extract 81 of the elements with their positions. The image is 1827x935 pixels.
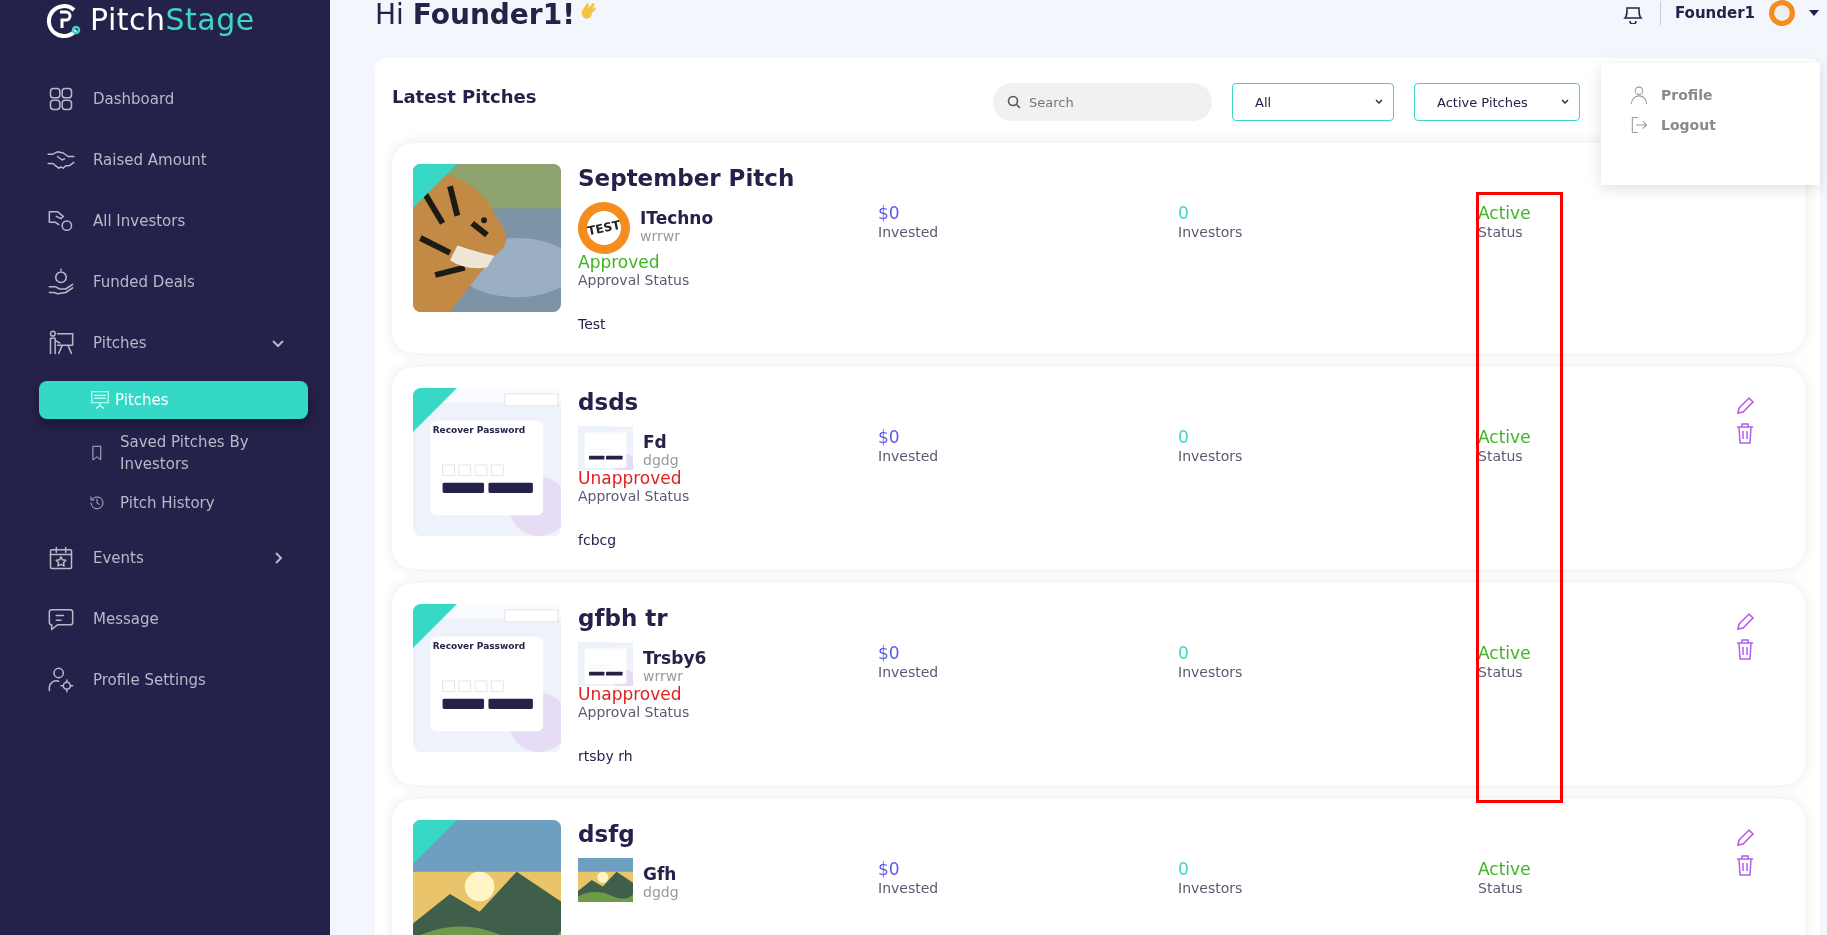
menu-item[interactable]: Pitches: [0, 312, 330, 373]
company-name: Gfh: [643, 864, 678, 884]
user-icon: [1629, 85, 1649, 105]
search-field[interactable]: Search: [993, 83, 1212, 121]
stat-value: 0: [1178, 426, 1190, 448]
user-name[interactable]: Founder1: [1674, 4, 1755, 22]
presenter-icon: [47, 328, 75, 357]
approval-status: Unapproved: [578, 468, 683, 488]
menu-item[interactable]: Funded Deals: [0, 251, 330, 312]
trash-icon[interactable]: [1735, 854, 1755, 876]
logout-icon: [1629, 115, 1649, 135]
stat-label: Status: [1478, 880, 1524, 896]
stat-value: $0: [878, 642, 901, 664]
menu-item[interactable]: Events: [0, 527, 330, 588]
avatar[interactable]: [1769, 0, 1795, 26]
filter-select[interactable]: Active Pitches: [1414, 83, 1580, 121]
preview-title: Recover Password: [431, 425, 527, 435]
coin-hand-icon: [47, 267, 75, 296]
company-subtitle: wrrwr: [643, 668, 684, 684]
stat-label: Invested: [878, 880, 940, 896]
submenu-item[interactable]: Pitch History: [0, 479, 330, 527]
stat-label: Investors: [1178, 664, 1244, 680]
pitch-title: gfbh tr: [578, 604, 668, 632]
menu-item[interactable]: Profile Settings: [0, 649, 330, 710]
stat-value: Active: [1478, 426, 1532, 448]
menu-item[interactable]: Dashboard: [0, 68, 330, 129]
stat-value: 0: [1178, 642, 1190, 664]
panel-title: Latest Pitches: [392, 87, 537, 107]
pitch-title: dsds: [578, 388, 639, 416]
submenu-item[interactable]: Saved Pitches By Investors: [0, 427, 330, 479]
pitch-description: rtsby rh: [578, 748, 634, 764]
stat-label: Status: [1478, 664, 1524, 680]
company-name: Fd: [643, 432, 668, 452]
approval-label: Approval Status: [578, 704, 691, 720]
approval-status: Unapproved: [578, 684, 683, 704]
stat-value: Active: [1478, 202, 1532, 224]
stat-value: Active: [1478, 642, 1532, 664]
caret-icon: [1561, 99, 1569, 105]
stat-value: 0: [1178, 202, 1190, 224]
caret-icon: [1375, 99, 1383, 105]
menu-item[interactable]: Raised Amount: [0, 129, 330, 190]
menu-item[interactable]: Message: [0, 588, 330, 649]
user-gear-icon: [47, 665, 75, 694]
stat-label: Invested: [878, 224, 940, 240]
company-subtitle: dgdg: [643, 452, 679, 468]
company-subtitle: dgdg: [643, 884, 679, 900]
stat-label: Investors: [1178, 448, 1244, 464]
stat-value: Active: [1478, 858, 1532, 880]
approval-label: Approval Status: [578, 488, 691, 504]
company-subtitle: wrrwr: [640, 228, 681, 244]
stat-value: $0: [878, 858, 901, 880]
history-icon: [88, 494, 106, 512]
stat-label: Investors: [1178, 880, 1244, 896]
stat-value: $0: [878, 202, 901, 224]
company-name: ITechno: [640, 208, 714, 228]
board-icon: [89, 389, 111, 411]
menu-item[interactable]: All Investors: [0, 190, 330, 251]
trash-icon[interactable]: [1735, 422, 1755, 444]
stat-value: 0: [1178, 858, 1190, 880]
stat-label: Invested: [878, 448, 940, 464]
stat-label: Status: [1478, 224, 1524, 240]
trash-icon[interactable]: [1735, 638, 1755, 660]
pitch-title: September Pitch: [578, 164, 795, 192]
filter-select[interactable]: All: [1232, 83, 1394, 121]
stat-label: Invested: [878, 664, 940, 680]
company-name: Trsby6: [643, 648, 707, 668]
stat-value: $0: [878, 426, 901, 448]
stat-label: Investors: [1178, 224, 1244, 240]
edit-icon[interactable]: [1735, 396, 1755, 416]
pitch-title: dsfg: [578, 820, 635, 848]
greeting: Hi Founder1!: [375, 0, 575, 30]
edit-icon[interactable]: [1735, 828, 1755, 848]
brand-name: PitchStage: [90, 3, 255, 37]
logo-icon: [46, 2, 82, 38]
pitch-description: fcbcg: [578, 532, 618, 548]
caret-icon[interactable]: [1809, 9, 1819, 17]
pitch-description: Test: [578, 316, 607, 332]
stat-label: Status: [1478, 448, 1524, 464]
edit-icon[interactable]: [1735, 612, 1755, 632]
approval-label: Approval Status: [578, 272, 691, 288]
preview-title: Recover Password: [431, 641, 527, 651]
